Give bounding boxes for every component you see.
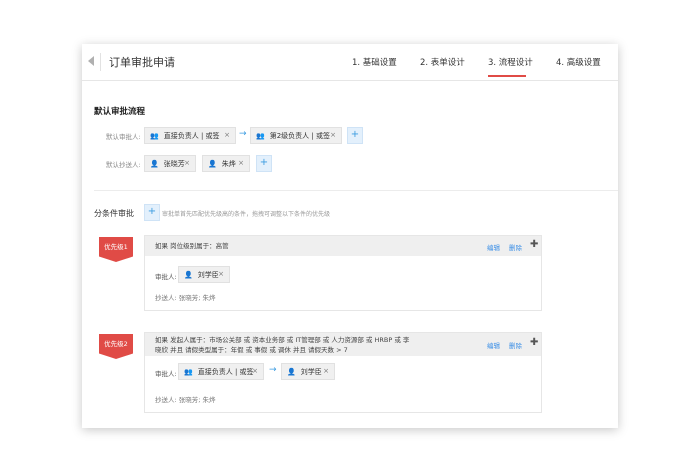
add-cc-button[interactable]: +	[256, 155, 272, 172]
drag-move-icon[interactable]: ✚	[530, 239, 538, 250]
approver-chip-label: 直接负责人 | 或签	[197, 367, 254, 376]
user-icon: 👤	[150, 159, 159, 168]
add-approver-button[interactable]: +	[347, 127, 363, 144]
user-icon: 👤	[208, 159, 217, 168]
step-form-design[interactable]: 2. 表单设计	[420, 56, 465, 68]
approver-chip: 👥 直接负责人 | 或签 ×	[144, 127, 236, 144]
approver-chip: 👤 刘学臣 ×	[178, 266, 230, 283]
approver-chip-label: 直接负责人 | 或签	[163, 131, 220, 140]
priority-badge: 优先级1	[99, 237, 133, 262]
approver-chip-label: 刘学臣	[300, 367, 322, 376]
approver-chip-label: 第2级负责人 | 或签	[269, 131, 330, 140]
step-process-design[interactable]: 3. 流程设计	[488, 56, 533, 68]
cc-chip-label: 朱烨	[221, 159, 236, 168]
close-icon[interactable]: ×	[238, 159, 244, 167]
step-basic-settings[interactable]: 1. 基础设置	[352, 56, 397, 68]
active-step-indicator	[488, 75, 526, 77]
conditional-flow-title: 分条件审批	[94, 209, 134, 218]
rule-condition-text: 如果 发起人属于：市场公关部 或 资本业务部 或 IT管理部 或 人力资源部 或…	[155, 336, 410, 344]
cc-chip: 👤 张晓芳 ×	[144, 155, 196, 172]
rule-cc-text: 抄送人: 张晓芳; 朱烨	[155, 396, 216, 404]
arrow-right-icon: →	[269, 365, 277, 375]
close-icon[interactable]: ×	[330, 131, 336, 139]
default-flow-title: 默认审批流程	[94, 107, 146, 117]
rule-condition-text: 如果 岗位级别属于：高管	[155, 242, 229, 250]
approver-chip: 👥 第2级负责人 | 或签 ×	[250, 127, 342, 144]
edit-link[interactable]: 编辑	[487, 340, 500, 350]
priority-hint: 审批单首先匹配优先级高的条件，拖拽可调整以下条件的优先级	[162, 211, 331, 218]
close-icon[interactable]: ×	[184, 159, 190, 167]
close-icon[interactable]: ×	[224, 131, 230, 139]
default-approver-label: 默认审批人:	[106, 133, 141, 141]
condition-rule-card[interactable]: 如果 发起人属于：市场公关部 或 资本业务部 或 IT管理部 或 人力资源部 或…	[144, 332, 542, 413]
approver-chip-label: 刘学臣	[197, 270, 219, 279]
drag-move-icon[interactable]: ✚	[530, 337, 538, 348]
priority-badge: 优先级2	[99, 334, 133, 359]
default-cc-label: 默认抄送人:	[106, 161, 141, 169]
user-icon: 👤	[184, 270, 193, 279]
arrow-right-icon: →	[239, 129, 247, 139]
step-advanced-settings[interactable]: 4. 高级设置	[556, 56, 601, 68]
user-icon: 👤	[287, 367, 296, 376]
delete-link[interactable]: 删除	[509, 340, 522, 350]
approver-chip: 👤 刘学臣 ×	[281, 363, 335, 380]
add-condition-button[interactable]: +	[144, 204, 160, 221]
condition-rule-card[interactable]: 如果 岗位级别属于：高管 编辑 删除 ✚ 审批人: 👤 刘学臣 × 抄送人: 张…	[144, 235, 542, 311]
rule-cc-text: 抄送人: 张晓芳; 朱烨	[155, 294, 216, 302]
cc-chip: 👤 朱烨 ×	[202, 155, 250, 172]
close-icon[interactable]: ×	[218, 270, 224, 278]
rule-condition-text-continued: 晓欣 并且 请假类型属于：年假 或 事假 或 调休 并且 请假天数 > 7	[155, 346, 348, 354]
group-icon: 👥	[256, 131, 265, 140]
rule-approver-label: 审批人:	[155, 273, 177, 281]
close-icon[interactable]: ×	[323, 367, 329, 375]
page-header: 订单审批申请 1. 基础设置 2. 表单设计 3. 流程设计 4. 高级设置	[82, 44, 618, 81]
cc-chip-label: 张晓芳	[163, 159, 185, 168]
group-icon: 👥	[150, 131, 159, 140]
back-arrow-icon[interactable]	[88, 56, 94, 66]
page-title: 订单审批申请	[109, 56, 175, 69]
process-design-panel: 订单审批申请 1. 基础设置 2. 表单设计 3. 流程设计 4. 高级设置 默…	[82, 44, 618, 428]
rule-approver-label: 审批人:	[155, 370, 177, 378]
close-icon[interactable]: ×	[252, 367, 258, 375]
edit-link[interactable]: 编辑	[487, 242, 500, 252]
header-divider	[100, 53, 101, 71]
delete-link[interactable]: 删除	[509, 242, 522, 252]
approver-chip: 👥 直接负责人 | 或签 ×	[178, 363, 264, 380]
section-divider	[94, 190, 618, 191]
group-icon: 👥	[184, 367, 193, 376]
